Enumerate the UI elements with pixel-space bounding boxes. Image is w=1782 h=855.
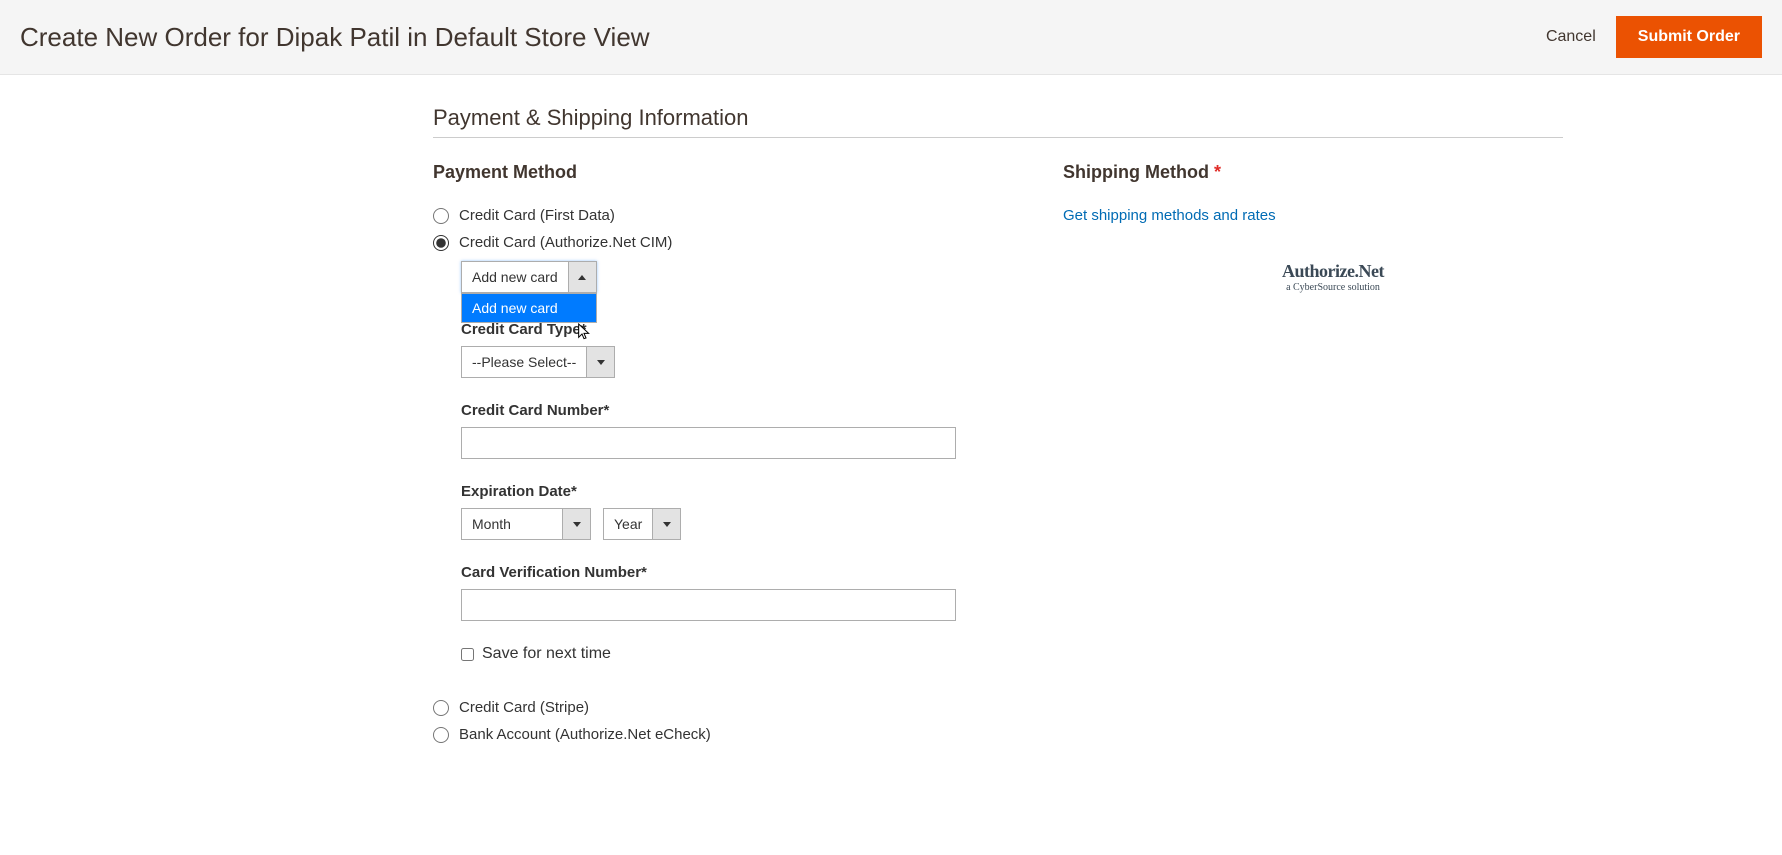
radio-firstdata[interactable]: [433, 208, 449, 224]
section-title: Payment & Shipping Information: [433, 105, 1563, 138]
logo-text-sub: a CyberSource solution: [1263, 282, 1403, 293]
dropdown-toggle[interactable]: [586, 347, 614, 377]
radio-label: Credit Card (Stripe): [459, 699, 589, 716]
expiration-label: Expiration Date*: [461, 483, 1003, 500]
page-title: Create New Order for Dipak Patil in Defa…: [20, 22, 650, 53]
header-actions: Cancel Submit Order: [1546, 16, 1762, 58]
payment-method-title: Payment Method: [433, 162, 1003, 183]
logo-text-main: Authorize.Net: [1263, 261, 1403, 282]
get-shipping-link[interactable]: Get shipping methods and rates: [1063, 207, 1276, 224]
radio-authorizenet[interactable]: [433, 235, 449, 251]
exp-month-value: Month: [462, 509, 562, 539]
radio-echeck[interactable]: [433, 727, 449, 743]
payment-option-stripe[interactable]: Credit Card (Stripe): [433, 699, 1003, 716]
cc-type-value: --Please Select--: [462, 347, 586, 377]
payment-option-echeck[interactable]: Bank Account (Authorize.Net eCheck): [433, 726, 1003, 743]
content-area: Payment & Shipping Information Payment M…: [433, 75, 1563, 783]
save-card-row[interactable]: Save for next time: [461, 645, 1003, 663]
card-selector-option[interactable]: Add new card: [462, 294, 596, 322]
cc-type-field: Credit Card Type* --Please Select--: [461, 321, 1003, 378]
radio-label: Bank Account (Authorize.Net eCheck): [459, 726, 711, 743]
expiration-row: Month Year: [461, 508, 1003, 540]
chevron-down-icon: [573, 522, 581, 527]
dropdown-toggle[interactable]: [568, 262, 596, 292]
authorizenet-logo: Authorize.Net a CyberSource solution: [1263, 261, 1403, 293]
expiration-field: Expiration Date* Month Year: [461, 483, 1003, 540]
cc-number-label: Credit Card Number*: [461, 402, 1003, 419]
chevron-down-icon: [597, 360, 605, 365]
cvv-label: Card Verification Number*: [461, 564, 1003, 581]
payment-column: Payment Method Credit Card (First Data) …: [433, 162, 1003, 753]
two-column-layout: Payment Method Credit Card (First Data) …: [433, 162, 1563, 753]
radio-stripe[interactable]: [433, 700, 449, 716]
radio-label: Credit Card (First Data): [459, 207, 615, 224]
cc-type-select[interactable]: --Please Select--: [461, 346, 615, 378]
dropdown-toggle[interactable]: [652, 509, 680, 539]
exp-year-value: Year: [604, 509, 652, 539]
card-selector-dropdown[interactable]: Add new card Add new card: [461, 261, 597, 293]
header-bar: Create New Order for Dipak Patil in Defa…: [0, 0, 1782, 75]
dropdown-toggle[interactable]: [562, 509, 590, 539]
card-selector-field: Add new card Add new card: [461, 261, 1003, 293]
card-selector-value: Add new card: [462, 262, 568, 292]
exp-month-select[interactable]: Month: [461, 508, 591, 540]
chevron-up-icon: [578, 275, 586, 280]
required-star: *: [1214, 162, 1221, 182]
submit-order-button[interactable]: Submit Order: [1616, 16, 1762, 58]
shipping-method-label: Shipping Method: [1063, 162, 1209, 182]
cvv-input[interactable]: [461, 589, 956, 621]
cancel-button[interactable]: Cancel: [1546, 28, 1596, 46]
save-card-label: Save for next time: [482, 645, 611, 663]
card-selector-menu: Add new card: [461, 293, 597, 323]
payment-option-firstdata[interactable]: Credit Card (First Data): [433, 207, 1003, 224]
cc-type-label: Credit Card Type*: [461, 321, 1003, 338]
shipping-column: Shipping Method * Get shipping methods a…: [1063, 162, 1563, 753]
cc-number-field: Credit Card Number*: [461, 402, 1003, 459]
cvv-field: Card Verification Number*: [461, 564, 1003, 621]
save-card-checkbox[interactable]: [461, 648, 474, 661]
shipping-method-title: Shipping Method *: [1063, 162, 1563, 183]
chevron-down-icon: [663, 522, 671, 527]
cc-number-input[interactable]: [461, 427, 956, 459]
payment-option-authorizenet[interactable]: Credit Card (Authorize.Net CIM): [433, 234, 1003, 251]
radio-label: Credit Card (Authorize.Net CIM): [459, 234, 672, 251]
authorizenet-form: Authorize.Net a CyberSource solution Add…: [461, 261, 1003, 663]
exp-year-select[interactable]: Year: [603, 508, 681, 540]
